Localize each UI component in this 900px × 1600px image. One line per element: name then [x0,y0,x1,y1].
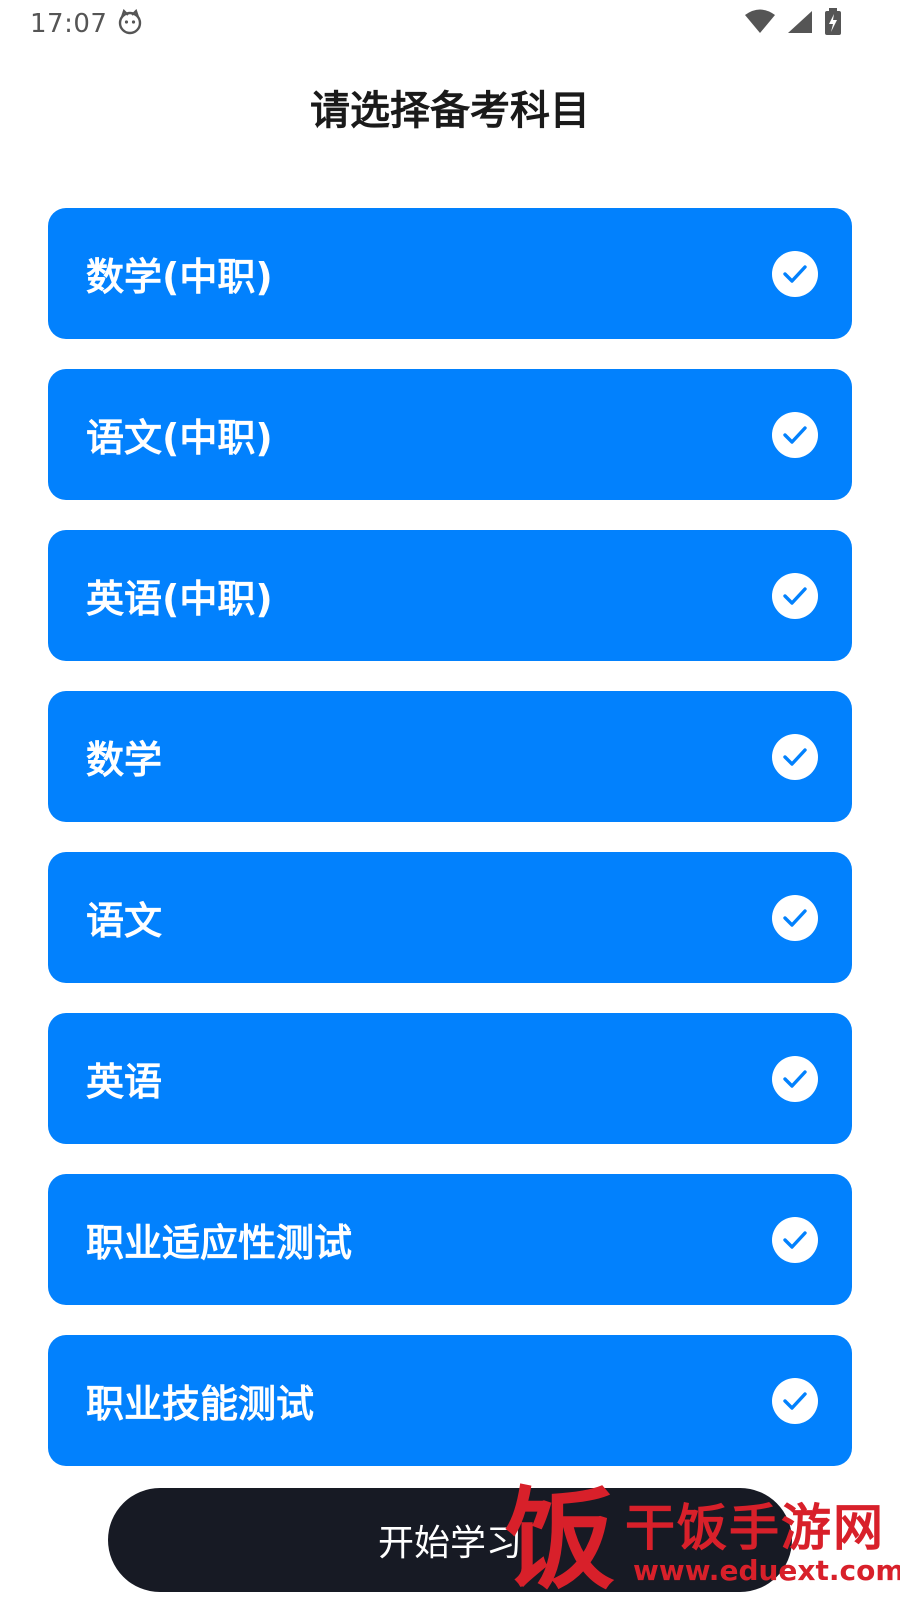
check-icon [772,250,818,297]
subject-list: 数学(中职) 语文(中职) 英语(中职) 数学 语文 英语 职业适应性测试 职业… [48,208,852,1496]
cat-icon [117,8,143,39]
check-icon [772,572,818,619]
subject-item-chinese-vocational[interactable]: 语文(中职) [48,369,852,500]
subject-label: 职业技能测试 [86,1382,315,1426]
check-icon [772,733,818,780]
check-icon [772,894,818,941]
screen: 17:07 请选择备考科目 数学(中职) 语文(中职) 英语(中职) 数学 语文… [0,0,900,1600]
subject-item-english[interactable]: 英语 [48,1013,852,1144]
subject-item-math-vocational[interactable]: 数学(中职) [48,208,852,339]
subject-item-math[interactable]: 数学 [48,691,852,822]
subject-item-vocational-aptitude-test[interactable]: 职业适应性测试 [48,1174,852,1305]
subject-item-chinese[interactable]: 语文 [48,852,852,983]
battery-charging-icon [824,8,842,40]
subject-item-vocational-skills-test[interactable]: 职业技能测试 [48,1335,852,1466]
wifi-icon [744,9,776,39]
signal-icon [786,9,814,39]
subject-label: 英语 [86,1060,163,1104]
start-button-label: 开始学习 [377,1523,522,1564]
subject-label: 语文(中职) [86,416,273,460]
subject-item-english-vocational[interactable]: 英语(中职) [48,530,852,661]
check-icon [772,1055,818,1102]
subject-label: 语文 [86,899,163,943]
check-icon [772,1216,818,1263]
status-left: 17:07 [30,8,143,39]
status-right [744,8,842,40]
page-title: 请选择备考科目 [310,88,590,134]
check-icon [772,411,818,458]
subject-label: 英语(中职) [86,577,273,621]
subject-label: 数学(中职) [86,255,273,299]
subject-label: 职业适应性测试 [86,1221,353,1265]
status-bar: 17:07 [0,0,900,48]
subject-label: 数学 [86,738,163,782]
check-icon [772,1377,818,1424]
status-time: 17:07 [30,9,108,39]
start-learning-button[interactable]: 开始学习 [108,1488,792,1592]
